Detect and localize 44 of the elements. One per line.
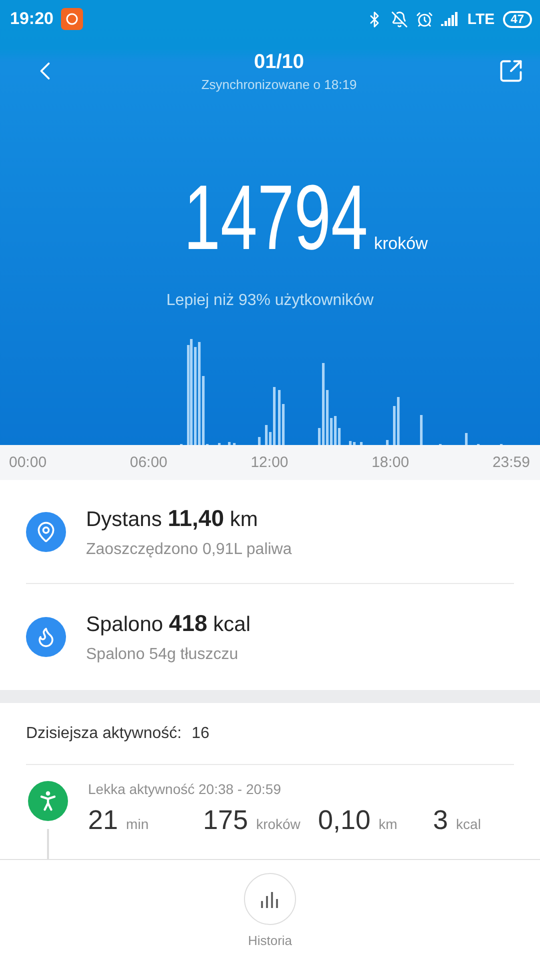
date-title: 01/10 [254,50,304,74]
step-unit: kroków [374,234,428,255]
comparison-text: Lepiej niż 93% użytkowników [166,292,374,310]
share-icon [498,58,524,84]
chart-bar [420,415,423,445]
stat-unit: kcal [456,816,481,832]
stat-value: 0,10 [318,805,371,836]
activity-label: Dzisiejsza aktywność: [26,724,182,742]
summary-detail: Spalono 54g tłuszczu [86,646,240,664]
summary-value: Spalono 418 kcal [86,610,250,637]
bar-chart-icon [260,889,280,909]
time-axis-label: 18:00 [372,454,410,471]
chart-bar [360,442,363,445]
stat-unit: km [378,816,398,832]
bell-off-icon [391,10,408,28]
time-axis-label: 00:00 [9,454,47,471]
chart-bar [386,440,389,445]
time-axis-label: 12:00 [250,454,288,471]
activity-count: 16 [192,724,210,742]
time-axis-label: 06:00 [130,454,168,471]
alarm-clock-icon [416,10,434,28]
share-button[interactable] [498,58,524,84]
stat-value: 21 [88,805,118,836]
chart-bar [258,437,261,445]
step-count: 14794 [184,174,368,262]
signal-icon [441,12,460,26]
battery-indicator: 47 [502,10,532,28]
stat-value: 175 [203,805,248,836]
stat-unit: kroków [256,816,300,832]
time-axis-label: 23:59 [492,454,530,471]
status-time: 19:20 [10,9,54,29]
chart-bar [465,433,468,445]
stat-unit: min [126,816,149,832]
history-label: Historia [248,933,292,948]
map-pin-icon [35,520,57,542]
network-type: LTE [467,10,495,28]
summary-value: Dystans 11,40 km [86,504,259,532]
sync-status: Zsynchronizowane o 18:19 [201,76,357,92]
history-button[interactable] [244,873,296,925]
app-notification-icon [61,8,84,30]
stat-value: 3 [433,805,448,836]
chart-bar [228,442,231,445]
summary-detail: Zaoszczędzono 0,91L paliwa [86,540,292,558]
activity-title: Lekka aktywność 20:38 - 20:59 [88,781,282,797]
